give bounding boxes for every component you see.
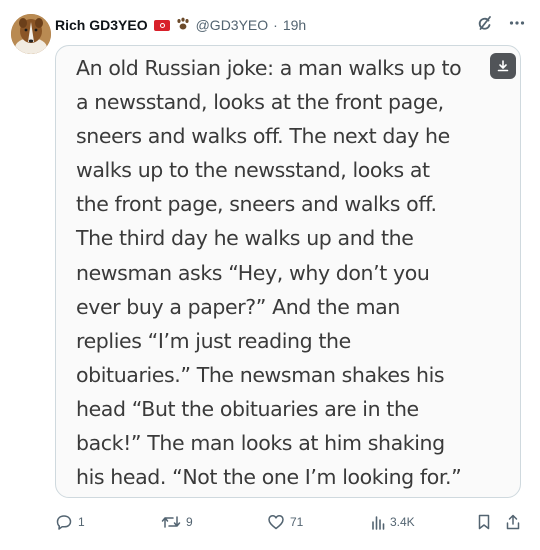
- joke-line: The third day he walks up and the: [76, 226, 414, 251]
- joke-line: back!” The man looks at him shaking: [76, 431, 445, 456]
- joke-line: a newsstand, looks at the front page,: [76, 90, 444, 115]
- views-button[interactable]: 3.4K: [371, 512, 415, 532]
- joke-line: sneers and walks off. The next day he: [76, 124, 450, 149]
- heart-icon: [268, 515, 284, 530]
- reply-count: 1: [78, 515, 85, 529]
- joke-line: head “But the obituaries are in the: [76, 396, 419, 421]
- paw-prints-icon: [175, 17, 191, 34]
- views-count: 3.4K: [390, 515, 415, 529]
- like-button[interactable]: 71: [267, 512, 303, 532]
- bookmark-icon: [478, 514, 490, 530]
- views-chart-icon: [372, 516, 385, 530]
- tweet-header: Rich GD3YEO @GD3YEO · 19h: [55, 15, 306, 35]
- author-name[interactable]: Rich GD3YEO: [55, 17, 148, 33]
- joke-line: An old Russian joke: a man walks up to: [76, 56, 462, 80]
- more-icon[interactable]: [508, 14, 526, 37]
- joke-line: replies “I’m just reading the: [76, 328, 351, 353]
- repost-button[interactable]: 9: [161, 512, 193, 532]
- joke-line: ever buy a paper?” And the man: [76, 294, 400, 319]
- download-button[interactable]: [490, 53, 516, 79]
- timestamp[interactable]: 19h: [283, 17, 306, 33]
- download-icon: [497, 60, 509, 72]
- bookmark-button[interactable]: [476, 512, 492, 532]
- action-bar: 1 9 71 3.4K: [55, 512, 525, 532]
- share-button[interactable]: [505, 512, 521, 532]
- avatar[interactable]: [11, 14, 51, 54]
- joke-text: An old Russian joke: a man walks up to a…: [76, 51, 516, 494]
- joke-line: walks up to the newsstand, looks at: [76, 158, 430, 183]
- author-handle[interactable]: @GD3YEO: [196, 17, 269, 33]
- joke-line: newsman asks “Hey, why don’t you: [76, 260, 430, 285]
- separator-dot: ·: [273, 17, 278, 33]
- like-count: 71: [290, 515, 304, 529]
- grok-icon[interactable]: [476, 14, 494, 37]
- joke-line: his head. “Not the one I’m looking for.”: [76, 465, 462, 490]
- joke-line: obituaries.” The newsman shakes his: [76, 362, 445, 387]
- tweet-image[interactable]: An old Russian joke: a man walks up to a…: [55, 45, 521, 498]
- share-icon: [506, 514, 520, 530]
- red-flag-icon: [153, 19, 170, 31]
- reply-button[interactable]: 1: [55, 512, 85, 532]
- reply-icon: [56, 515, 72, 530]
- tweet: Rich GD3YEO @GD3YEO · 19h An old Russian…: [0, 0, 540, 550]
- collie-dog-avatar: [11, 14, 51, 54]
- tweet-top-actions: [476, 14, 526, 37]
- repost-icon: [161, 516, 181, 528]
- joke-line: the front page, sneers and walks off.: [76, 192, 437, 217]
- repost-count: 9: [186, 515, 193, 529]
